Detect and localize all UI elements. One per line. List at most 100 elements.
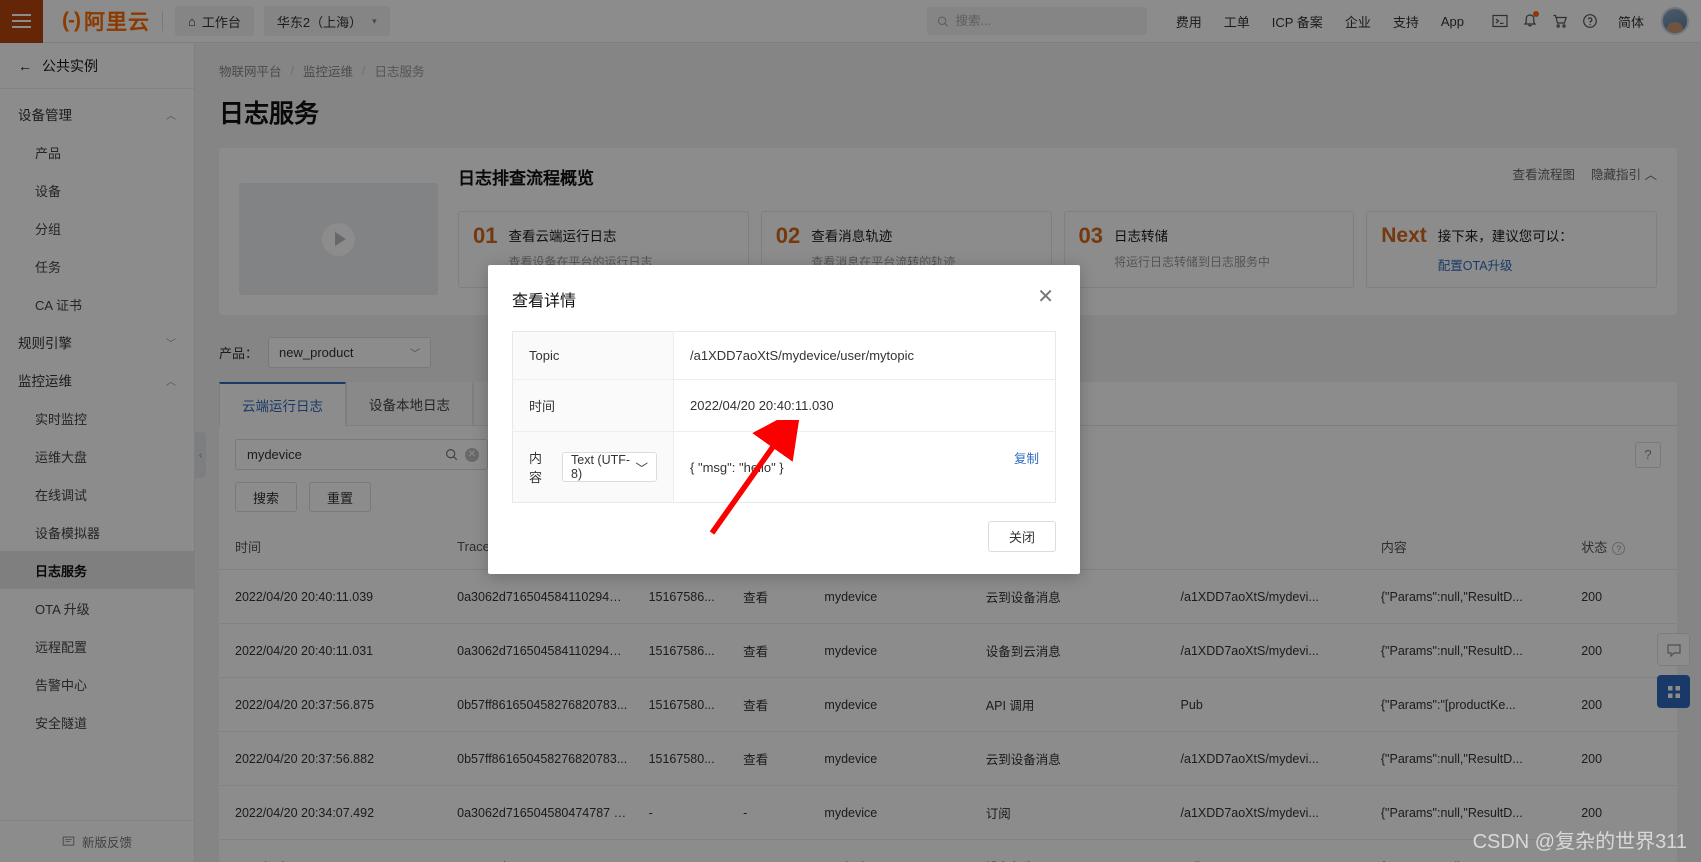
search-icon bbox=[937, 16, 948, 27]
sidebar-item-group[interactable]: 分组 bbox=[0, 209, 194, 247]
sidebar-menu: 设备管理 ︿ 产品 设备 分组 任务 CA 证书 规则引擎 ﹀ 监控运维 ︿ 实… bbox=[0, 89, 194, 820]
guide-step-3[interactable]: 03 日志转储 将运行日志转储到日志服务中 bbox=[1063, 211, 1355, 288]
reset-button[interactable]: 重置 bbox=[309, 482, 372, 512]
sidebar-collapse-handle[interactable]: ‹ bbox=[195, 432, 206, 478]
sidebar-group-device-management[interactable]: 设备管理 ︿ bbox=[0, 95, 194, 133]
region-selector[interactable]: 华东2（上海） ▾ bbox=[263, 6, 390, 36]
configure-ota-link[interactable]: 配置OTA升级 bbox=[1438, 255, 1573, 274]
nav-item-enterprise[interactable]: 企业 bbox=[1334, 12, 1382, 31]
logo-mark-icon: (-) bbox=[62, 9, 81, 32]
global-search-box[interactable] bbox=[926, 7, 1147, 35]
sidebar-item-alarm-center[interactable]: 告警中心 bbox=[0, 665, 194, 703]
terminal-icon[interactable] bbox=[1485, 6, 1515, 36]
breadcrumb-item-iot-platform[interactable]: 物联网平台 bbox=[219, 61, 282, 80]
sidebar-item-ca-certificate[interactable]: CA 证书 bbox=[0, 285, 194, 323]
table-row[interactable]: 2022/04/20 20:22:00.684 0a3062d716504573… bbox=[219, 839, 1677, 862]
cell-detail: - bbox=[733, 839, 815, 862]
cell-msgid: 15167580... bbox=[638, 731, 734, 786]
cell-detail-link[interactable]: 查看 bbox=[733, 623, 815, 678]
help-icon[interactable]: ? bbox=[1612, 542, 1626, 556]
help-icon[interactable] bbox=[1575, 6, 1605, 36]
panel-help-icon[interactable]: ? bbox=[1635, 441, 1661, 468]
sidebar-group-rule-engine[interactable]: 规则引擎 ﹀ bbox=[0, 323, 194, 361]
nav-item-fee[interactable]: 费用 bbox=[1165, 12, 1213, 31]
sidebar-item-remote-config[interactable]: 远程配置 bbox=[0, 627, 194, 665]
sidebar-back-public-instance[interactable]: ← 公共实例 bbox=[0, 43, 194, 89]
hide-guide-link[interactable]: 隐藏指引 ︿ bbox=[1591, 164, 1657, 183]
floating-action-buttons bbox=[1657, 633, 1690, 708]
feedback-chat-icon[interactable] bbox=[1657, 633, 1690, 666]
device-search-input[interactable] bbox=[247, 447, 438, 462]
table-row[interactable]: 2022/04/20 20:37:56.875 0b57ff8616504582… bbox=[219, 677, 1677, 732]
sidebar-item-secure-tunnel[interactable]: 安全隧道 bbox=[0, 703, 194, 741]
encoding-select[interactable]: Text (UTF-8) ﹀ bbox=[562, 452, 658, 482]
sidebar-group-monitoring-ops[interactable]: 监控运维 ︿ bbox=[0, 361, 194, 399]
sidebar-item-product[interactable]: 产品 bbox=[0, 133, 194, 171]
chevron-up-icon: ︿ bbox=[166, 376, 176, 388]
sidebar-back-label: 公共实例 bbox=[42, 57, 98, 74]
sidebar-item-online-debug[interactable]: 在线调试 bbox=[0, 475, 194, 513]
table-row[interactable]: 2022/04/20 20:34:07.492 0a3062d716504580… bbox=[219, 785, 1677, 840]
play-button-icon[interactable] bbox=[322, 222, 355, 256]
home-icon: ⌂ bbox=[187, 13, 196, 29]
detail-row-time: 时间 2022/04/20 20:40:11.030 bbox=[512, 379, 1056, 432]
copy-link[interactable]: 复制 bbox=[1014, 448, 1039, 467]
product-select-value: new_product bbox=[279, 345, 354, 360]
cell-detail-link[interactable]: 查看 bbox=[733, 731, 815, 786]
cart-icon[interactable] bbox=[1545, 6, 1575, 36]
nav-item-icp[interactable]: ICP 备案 bbox=[1261, 12, 1334, 31]
sidebar-item-device-simulator[interactable]: 设备模拟器 bbox=[0, 513, 194, 551]
search-button[interactable]: 搜索 bbox=[235, 482, 298, 512]
table-row[interactable]: 2022/04/20 20:40:11.031 0a3062d716504584… bbox=[219, 623, 1677, 678]
arrow-left-icon: ← bbox=[18, 57, 32, 74]
cell-content: {"Params":"[productKe... bbox=[1370, 677, 1572, 732]
hamburger-menu-icon[interactable] bbox=[0, 0, 43, 43]
cell-content-op: /a1XDD7aoXtS/mydevi... bbox=[1170, 623, 1371, 678]
sidebar-item-log-service[interactable]: 日志服务 bbox=[0, 551, 194, 589]
table-row[interactable]: 2022/04/20 20:37:56.882 0b57ff8616504582… bbox=[219, 731, 1677, 786]
notification-badge bbox=[1532, 11, 1539, 17]
cell-detail-link[interactable]: 查看 bbox=[733, 569, 815, 624]
nav-item-app[interactable]: App bbox=[1430, 14, 1475, 29]
bell-icon[interactable] bbox=[1515, 6, 1545, 36]
nav-item-support[interactable]: 支持 bbox=[1382, 12, 1430, 31]
product-filter-label: 产品： bbox=[219, 346, 259, 361]
user-avatar[interactable] bbox=[1661, 7, 1689, 35]
workbench-button[interactable]: ⌂ 工作台 bbox=[174, 6, 254, 36]
guide-video-thumbnail[interactable] bbox=[239, 183, 438, 295]
guide-actions: 查看流程图 隐藏指引 ︿ bbox=[1512, 164, 1657, 183]
sidebar-item-realtime-monitor[interactable]: 实时监控 bbox=[0, 399, 194, 437]
sidebar-item-task[interactable]: 任务 bbox=[0, 247, 194, 285]
device-search-box[interactable]: ✕ bbox=[235, 439, 488, 470]
app-grid-icon[interactable] bbox=[1657, 675, 1690, 708]
detail-value-content: { "msg": "hello" } bbox=[690, 459, 784, 475]
cell-detail-link[interactable]: 查看 bbox=[733, 677, 815, 732]
table-row[interactable]: 2022/04/20 20:40:11.039 0a3062d716504584… bbox=[219, 569, 1677, 624]
search-icon[interactable] bbox=[445, 448, 458, 461]
product-select[interactable]: new_product ﹀ bbox=[268, 337, 432, 368]
sidebar-item-device[interactable]: 设备 bbox=[0, 171, 194, 209]
guide-step-next[interactable]: Next 接下来，建议您可以： 配置OTA升级 bbox=[1366, 211, 1657, 288]
close-button[interactable]: 关闭 bbox=[987, 521, 1056, 552]
aliyun-logo[interactable]: (-) 阿里云 bbox=[62, 6, 150, 36]
tab-device-local-log[interactable]: 设备本地日志 bbox=[346, 382, 473, 425]
sidebar-item-ota-upgrade[interactable]: OTA 升级 bbox=[0, 589, 194, 627]
cell-status: 200 bbox=[1571, 731, 1677, 786]
breadcrumb: 物联网平台 / 监控运维 / 日志服务 bbox=[195, 43, 1701, 80]
cell-msgid: - bbox=[638, 839, 734, 862]
tab-cloud-runtime-log[interactable]: 云端运行日志 bbox=[219, 382, 346, 426]
breadcrumb-item-monitoring[interactable]: 监控运维 bbox=[303, 61, 353, 80]
clear-search-icon[interactable]: ✕ bbox=[465, 447, 479, 462]
view-flowchart-link[interactable]: 查看流程图 bbox=[1512, 164, 1575, 183]
language-selector[interactable]: 简体 bbox=[1607, 12, 1655, 31]
cell-time: 2022/04/20 20:37:56.882 bbox=[219, 731, 448, 786]
sidebar-feedback-label: 新版反馈 bbox=[81, 836, 132, 850]
app-root: (-) 阿里云 ⌂ 工作台 华东2（上海） ▾ 费用 工单 ICP 备案 企业 … bbox=[0, 0, 1701, 862]
global-search-input[interactable] bbox=[955, 14, 1137, 28]
cell-device: mydevice bbox=[814, 623, 976, 678]
nav-item-ticket[interactable]: 工单 bbox=[1213, 12, 1261, 31]
sidebar-item-ops-dashboard[interactable]: 运维大盘 bbox=[0, 437, 194, 475]
sidebar-feedback-button[interactable]: 新版反馈 bbox=[0, 820, 194, 862]
cell-content-op: /a1XDD7aoXtS/mydevi... bbox=[1170, 569, 1371, 624]
close-icon[interactable]: ✕ bbox=[1035, 287, 1056, 307]
